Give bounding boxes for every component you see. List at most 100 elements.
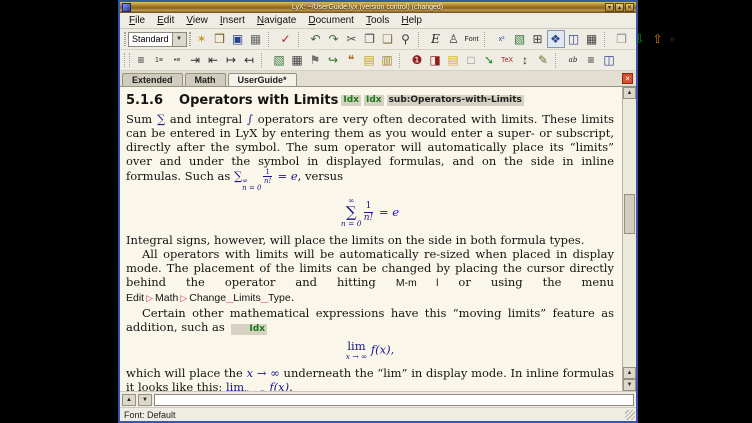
toolbar-overflow-chevron[interactable]: » — [667, 34, 679, 45]
display-formula-sum[interactable]: ∞∑n = 01n! = e — [126, 197, 614, 229]
insert-graphics-icon[interactable]: ▧ — [511, 30, 529, 48]
menu-help[interactable]: Help — [395, 14, 428, 28]
insert-marginnote-icon[interactable]: ◨ — [426, 51, 444, 69]
inline-formula-sum[interactable]: ∑∞n = 01n! = e — [234, 169, 298, 183]
menu-path-type: Type — [268, 292, 291, 304]
insert-index-entry-icon[interactable]: ▤ — [360, 51, 378, 69]
document-canvas[interactable]: 5.1.6Operators with LimitsIdxIdxsub:Oper… — [120, 87, 622, 391]
paragraph-settings-icon[interactable]: ≡ — [582, 51, 600, 69]
display-formula-lim[interactable]: limx → ∞ f(x), — [126, 340, 614, 361]
body-text: Sum — [126, 112, 157, 126]
paragraph-align-icon[interactable]: ≡ — [132, 51, 150, 69]
indent-right-icon[interactable]: ↦ — [222, 51, 240, 69]
open-book-icon[interactable]: ◫ — [600, 51, 618, 69]
menu-edit[interactable]: Edit — [151, 14, 180, 28]
insert-label-icon[interactable]: ⚑ — [306, 51, 324, 69]
math-mode-icon[interactable]: x² — [493, 30, 511, 48]
tab-math[interactable]: Math — [185, 73, 226, 86]
menu-tools[interactable]: Tools — [360, 14, 395, 28]
section-heading-516: 5.1.6Operators with LimitsIdxIdxsub:Oper… — [126, 93, 614, 109]
maximize-button[interactable]: ▴ — [615, 3, 624, 12]
scroll-up-icon[interactable]: ▲ — [623, 87, 636, 99]
inline-formula-lim[interactable]: limx → ∞ f(x) — [226, 380, 289, 391]
body-text: . — [291, 290, 295, 304]
bullet-list-icon[interactable]: •≡ — [168, 51, 186, 69]
insert-include-icon[interactable]: ➘ — [480, 51, 498, 69]
print-icon[interactable]: ▦ — [247, 30, 265, 48]
body-text: and integral — [165, 112, 247, 126]
tab-extended[interactable]: Extended — [122, 73, 183, 86]
insert-vspace-icon[interactable]: ↕ — [516, 51, 534, 69]
insert-table-icon[interactable]: ⊞ — [529, 30, 547, 48]
indent-left-icon[interactable]: ↤ — [240, 51, 258, 69]
index-inset-badge[interactable]: Idx — [364, 95, 384, 106]
decrease-list-depth-icon[interactable]: ⇤ — [204, 51, 222, 69]
find-replace-icon[interactable]: ⚲ — [397, 30, 415, 48]
copy-icon[interactable]: ❐ — [361, 30, 379, 48]
increase-list-depth-icon[interactable]: ⇥ — [186, 51, 204, 69]
command-buffer-input[interactable] — [154, 394, 634, 406]
menu-path-limits: Limits — [233, 292, 260, 304]
label-inset-badge[interactable]: sub:Operators-with-Limits — [387, 95, 524, 106]
index-inset-badge[interactable]: Idx — [341, 95, 361, 106]
emphasis-ab-icon[interactable]: ab — [564, 51, 582, 69]
menu-view[interactable]: View — [180, 14, 214, 28]
close-button[interactable]: ✕ — [625, 3, 634, 12]
body-text: . — [289, 380, 293, 391]
insert-ert-icon[interactable]: □ — [462, 51, 480, 69]
resize-grip[interactable] — [625, 410, 635, 420]
menu-navigate[interactable]: Navigate — [251, 14, 302, 28]
undo-icon[interactable]: ↶ — [307, 30, 325, 48]
paragraph-3: All operators with limits will be automa… — [126, 247, 614, 306]
insert-figure-float-icon[interactable]: ▧ — [270, 51, 288, 69]
numbered-list-icon[interactable]: 1≡ — [150, 51, 168, 69]
menu-file[interactable]: File — [123, 14, 151, 28]
edit-pencil-icon[interactable]: ✎ — [534, 51, 552, 69]
spellcheck-icon[interactable]: ✓ — [277, 30, 295, 48]
minimize-button[interactable]: ▾ — [605, 3, 614, 12]
noun-style-icon[interactable]: ♙ — [445, 30, 463, 48]
inline-x-to-infinity[interactable]: x → ∞ — [247, 366, 280, 380]
history-down-icon[interactable]: ▼ — [138, 394, 152, 406]
function-fx: f(x) — [269, 380, 289, 391]
insert-table-float-icon[interactable]: ▦ — [288, 51, 306, 69]
toolbar-grip — [124, 53, 130, 67]
navigate-up-icon[interactable]: ⇧ — [649, 30, 667, 48]
scroll-down-icon[interactable]: ▼ — [623, 379, 636, 391]
insert-footnote-icon[interactable]: ❶ — [408, 51, 426, 69]
insert-note-icon[interactable]: ▤ — [444, 51, 462, 69]
paragraph-1: Sum ∑ and integral ∫ operators are very … — [126, 112, 614, 192]
navigate-down-icon[interactable]: ⇩ — [631, 30, 649, 48]
menu-document[interactable]: Document — [302, 14, 360, 28]
inline-sum-symbol[interactable]: ∑ — [157, 112, 165, 126]
history-up-icon[interactable]: ▲ — [122, 394, 136, 406]
sum-lower-limit: n = 0 — [242, 185, 261, 192]
insert-citation-icon[interactable]: ❝ — [342, 51, 360, 69]
scroll-up-icon-bottom[interactable]: ▲ — [623, 367, 636, 379]
paste-icon[interactable]: ❑ — [379, 30, 397, 48]
vertical-scrollbar[interactable]: ▲ ▲ ▼ — [622, 87, 636, 391]
save-icon[interactable]: ▣ — [229, 30, 247, 48]
menu-path-change: Change — [189, 292, 226, 304]
scrollbar-thumb[interactable] — [624, 194, 635, 234]
update-document-icon[interactable]: ❒ — [613, 30, 631, 48]
combo-dropdown-arrow-icon[interactable]: ▼ — [172, 33, 186, 46]
split-view-icon[interactable]: ◫ — [565, 30, 583, 48]
index-inset-badge[interactable]: Idx — [231, 324, 267, 335]
insert-bibtex-icon[interactable]: ▥ — [378, 51, 396, 69]
open-document-icon[interactable]: ❒ — [211, 30, 229, 48]
tab-userguide[interactable]: UserGuide* — [228, 73, 297, 86]
scrollbar-track[interactable] — [623, 99, 636, 367]
insert-tex-icon[interactable]: TeX — [498, 51, 516, 69]
tab-close-icon[interactable]: ✕ — [622, 73, 633, 84]
font-dialog-icon[interactable]: Font — [463, 30, 481, 48]
emphasis-icon[interactable]: E — [427, 30, 445, 48]
insert-crossref-icon[interactable]: ↪ — [324, 51, 342, 69]
menu-insert[interactable]: Insert — [214, 14, 251, 28]
redo-icon[interactable]: ↷ — [325, 30, 343, 48]
paragraph-style-selector[interactable]: Standard ▼ — [128, 32, 187, 47]
math-panel-icon[interactable]: ❖ — [547, 30, 565, 48]
new-document-icon[interactable]: ✶ — [193, 30, 211, 48]
cut-icon[interactable]: ✂ — [343, 30, 361, 48]
table-grid-icon[interactable]: ▦ — [583, 30, 601, 48]
